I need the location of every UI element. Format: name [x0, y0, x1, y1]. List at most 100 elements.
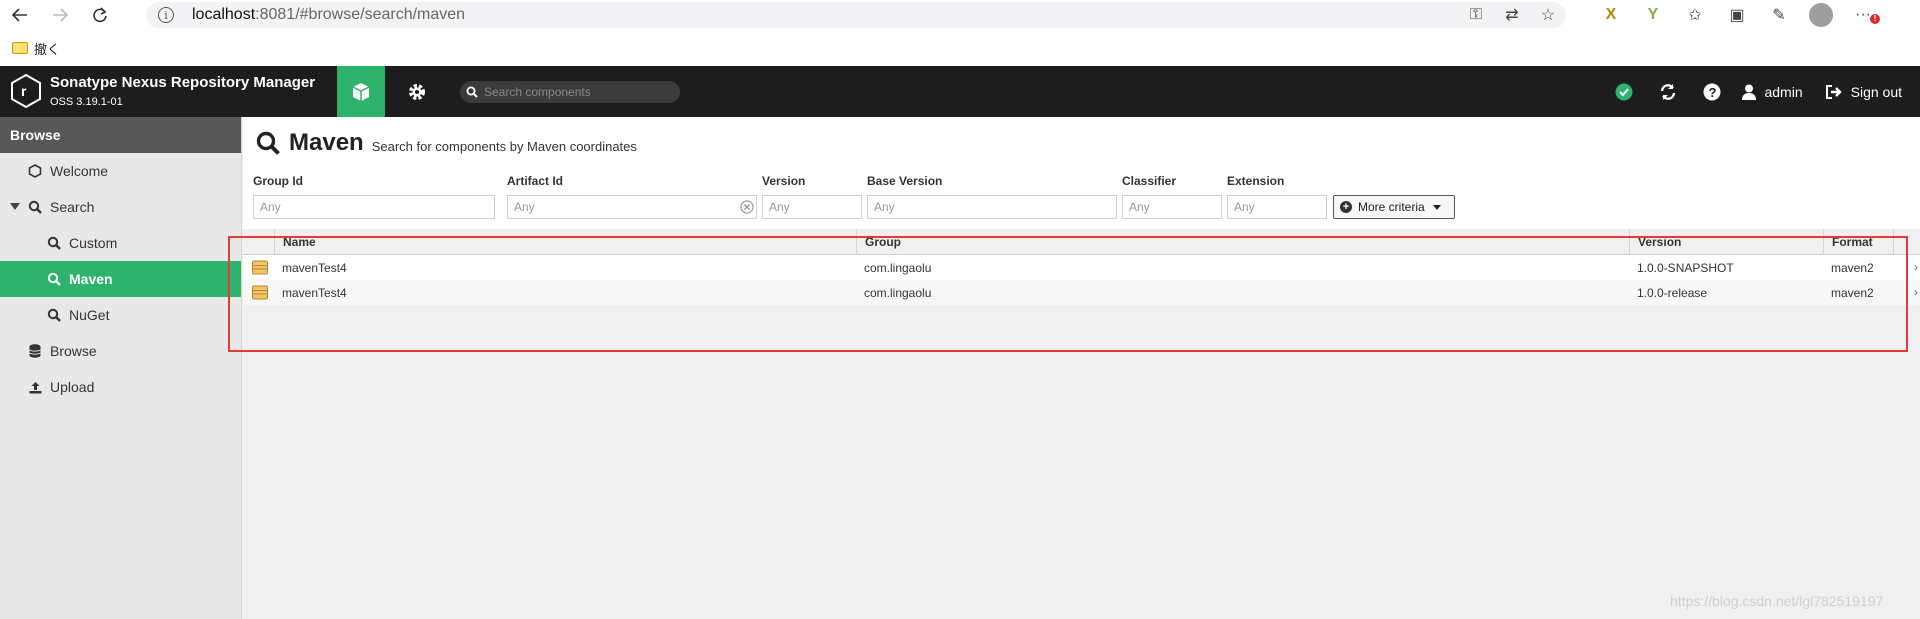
database-icon — [28, 344, 42, 358]
feedback-icon[interactable]: ✎ — [1758, 5, 1800, 25]
sidebar-item-custom[interactable]: Custom — [0, 225, 241, 261]
base-version-input[interactable] — [867, 195, 1117, 219]
search-criteria-panel: Maven Search for components by Maven coo… — [243, 117, 1920, 229]
back-button[interactable] — [0, 0, 40, 30]
search-icon — [47, 308, 61, 322]
upload-icon — [28, 380, 42, 394]
artifact-id-input[interactable] — [507, 195, 757, 219]
page-title: Maven — [289, 129, 364, 156]
alert-badge-icon: ! — [1870, 14, 1880, 24]
sidebar-item-upload[interactable]: Upload — [0, 369, 241, 405]
sidebar-item-label: Upload — [50, 379, 95, 395]
key-icon[interactable]: ⚿ — [1458, 6, 1494, 24]
extension-label: Extension — [1227, 174, 1285, 188]
user-name: admin — [1764, 83, 1803, 100]
sidebar-item-label: Custom — [69, 235, 118, 251]
refresh-icon — [1661, 83, 1676, 100]
main-panel: Maven Search for components by Maven coo… — [243, 117, 1920, 619]
profile-avatar[interactable] — [1809, 3, 1833, 27]
svg-text:?: ? — [1709, 85, 1717, 100]
refresh-button[interactable] — [1646, 82, 1690, 102]
info-icon[interactable]: i — [158, 7, 174, 23]
app-title: Sonatype Nexus Repository Manager — [50, 74, 316, 91]
sidebar-item-browse[interactable]: Browse — [0, 333, 241, 369]
caret-down-icon[interactable] — [10, 203, 20, 210]
more-criteria-button[interactable]: + More criteria — [1333, 195, 1455, 219]
artifact-id-label: Artifact Id — [507, 174, 564, 188]
sidebar-item-label: NuGet — [69, 307, 110, 323]
nexus-logo-icon: r — [11, 74, 41, 108]
version-input[interactable] — [762, 195, 862, 219]
arrow-left-icon — [11, 8, 27, 22]
component-search[interactable] — [460, 81, 680, 103]
version-label: Version — [762, 174, 806, 188]
favorite-star-icon[interactable]: ☆ — [1530, 5, 1566, 25]
clear-icon[interactable] — [740, 200, 754, 214]
search-icon — [466, 86, 478, 98]
forward-button[interactable] — [40, 0, 80, 30]
address-bar[interactable]: i localhost:8081/#browse/search/maven ⚿ … — [146, 2, 1566, 28]
more-criteria-label: More criteria — [1358, 200, 1425, 214]
extension-y-icon[interactable]: Y — [1632, 6, 1674, 24]
sidebar-item-welcome[interactable]: Welcome — [0, 153, 241, 189]
browse-mode-button[interactable] — [337, 66, 385, 117]
svg-text:r: r — [21, 83, 27, 99]
sidebar-item-nuget[interactable]: NuGet — [0, 297, 241, 333]
hexagon-icon — [28, 164, 42, 178]
search-icon — [256, 131, 280, 155]
page-subtitle: Search for components by Maven coordinat… — [371, 138, 637, 154]
reload-button[interactable] — [80, 0, 120, 30]
user-menu[interactable]: admin — [1742, 83, 1803, 100]
sidebar-title: Browse — [0, 117, 241, 153]
user-icon — [1742, 84, 1757, 100]
help-button[interactable]: ? — [1690, 83, 1734, 101]
sidebar-item-label: Welcome — [50, 163, 109, 179]
group-id-input[interactable] — [253, 195, 495, 219]
bookmark-folder[interactable]: 撤く — [34, 39, 60, 58]
chevron-right-icon[interactable]: › — [1914, 260, 1918, 274]
browser-toolbar: i localhost:8081/#browse/search/maven ⚿ … — [0, 0, 1920, 30]
admin-mode-button[interactable] — [395, 66, 439, 117]
annotation-highlight-box — [228, 236, 1908, 352]
check-circle-icon — [1615, 83, 1633, 100]
sidebar-item-label: Browse — [50, 343, 97, 359]
app-version: OSS 3.19.1-01 — [50, 96, 123, 108]
folder-icon — [12, 42, 28, 54]
search-icon — [28, 200, 42, 214]
url-host: localhost — [192, 6, 256, 23]
extension-x-icon[interactable]: X — [1590, 6, 1632, 24]
group-id-label: Group Id — [253, 174, 303, 188]
plus-circle-icon: + — [1340, 201, 1352, 213]
classifier-label: Classifier — [1122, 174, 1177, 188]
more-menu-icon[interactable]: ···! — [1842, 6, 1884, 24]
sign-out-button[interactable]: Sign out — [1825, 84, 1902, 100]
bookmarks-bar: 撤く — [0, 30, 1920, 66]
help-icon: ? — [1703, 83, 1721, 100]
sidebar-item-label: Search — [50, 199, 95, 215]
sidebar: Browse Welcome Search Custom Maven NuGet… — [0, 117, 242, 619]
search-icon — [47, 236, 61, 250]
extension-input[interactable] — [1227, 195, 1327, 219]
gear-icon — [409, 83, 425, 100]
sign-out-icon — [1825, 84, 1842, 99]
reload-icon — [93, 7, 107, 23]
arrow-right-icon — [53, 8, 69, 22]
nexus-header: r Sonatype Nexus Repository Manager OSS … — [0, 66, 1920, 117]
sidebar-item-maven[interactable]: Maven — [0, 261, 241, 297]
sidebar-item-label: Maven — [69, 271, 113, 287]
system-status-button[interactable] — [1602, 83, 1646, 101]
caret-down-icon — [1432, 204, 1441, 210]
sidebar-item-search[interactable]: Search — [0, 189, 241, 225]
search-icon — [47, 272, 61, 286]
favorites-icon[interactable]: ✩ — [1674, 5, 1716, 25]
page-title-row: Maven Search for components by Maven coo… — [255, 129, 637, 157]
classifier-input[interactable] — [1122, 195, 1222, 219]
collections-icon[interactable]: ▣ — [1716, 5, 1758, 25]
translate-icon[interactable]: ⇄ — [1494, 5, 1530, 25]
search-input[interactable] — [484, 85, 664, 99]
chevron-right-icon[interactable]: › — [1914, 285, 1918, 299]
cube-icon — [352, 82, 370, 101]
watermark: https://blog.csdn.net/lgl782519197 — [1670, 593, 1884, 609]
url-path: :8081/#browse/search/maven — [255, 6, 466, 23]
base-version-label: Base Version — [867, 174, 943, 188]
